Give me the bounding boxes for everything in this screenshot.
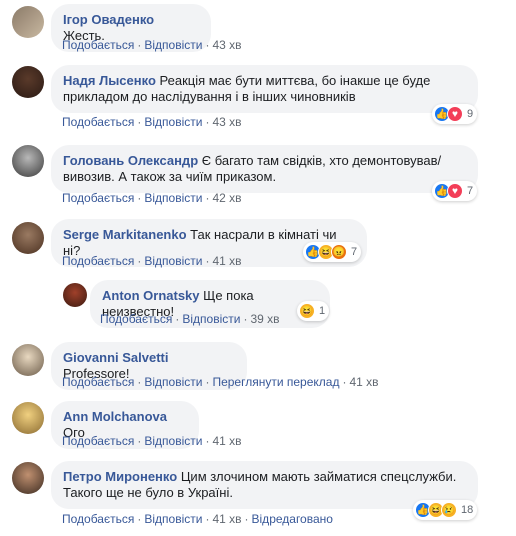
angry-reaction-icon: 😠 [331, 244, 347, 260]
like-link[interactable]: Подобається [62, 375, 134, 389]
edited-link[interactable]: Відредаговано [252, 512, 333, 526]
reply-link[interactable]: Відповісти [144, 38, 202, 52]
like-link[interactable]: Подобається [62, 254, 134, 268]
avatar[interactable] [12, 402, 44, 434]
comment-time[interactable]: 43 хв [212, 38, 241, 52]
reactions-summary[interactable]: 😆 1 [297, 301, 330, 321]
reply-link[interactable]: Відповісти [144, 375, 202, 389]
reactions-summary[interactable]: 👍 ♥ 7 [432, 181, 478, 201]
comment-bubble: Надя Лысенко Реакція має бути миттєва, б… [51, 65, 478, 113]
comment-time[interactable]: 42 хв [212, 191, 241, 205]
comment-author[interactable]: Ігор Оваденко [63, 12, 154, 27]
like-link[interactable]: Подобається [100, 312, 172, 326]
avatar[interactable] [12, 145, 44, 177]
haha-reaction-icon: 😆 [299, 303, 315, 319]
reactions-summary[interactable]: 👍 ♥ 9 [432, 104, 478, 124]
avatar[interactable] [12, 344, 44, 376]
love-reaction-icon: ♥ [447, 106, 463, 122]
comment-author[interactable]: Петро Мироненко [63, 469, 177, 484]
comment-author[interactable]: Anton Ornatsky [102, 288, 200, 303]
comment-time[interactable]: 41 хв [212, 434, 241, 448]
love-reaction-icon: ♥ [447, 183, 463, 199]
reply-link[interactable]: Відповісти [182, 312, 240, 326]
sad-reaction-icon: 😢 [441, 502, 457, 518]
reply-link[interactable]: Відповісти [144, 254, 202, 268]
comment-author[interactable]: Giovanni Salvetti [63, 350, 168, 365]
reply-link[interactable]: Відповісти [144, 512, 202, 526]
avatar[interactable] [12, 222, 44, 254]
reactions-summary[interactable]: 👍 😆 😢 18 [413, 500, 478, 520]
reply-link[interactable]: Відповісти [144, 115, 202, 129]
see-translation-link[interactable]: Переглянути переклад [212, 375, 339, 389]
avatar[interactable] [12, 6, 44, 38]
comment-author[interactable]: Головань Олександр [63, 153, 198, 168]
reactions-count: 1 [319, 305, 326, 317]
comment-author[interactable]: Serge Markitanenko [63, 227, 187, 242]
comment-author[interactable]: Надя Лысенко [63, 73, 156, 88]
avatar[interactable] [63, 283, 87, 307]
like-link[interactable]: Подобається [62, 434, 134, 448]
comment-bubble: Головань Олександр Є багато там свідків,… [51, 145, 478, 193]
avatar[interactable] [12, 66, 44, 98]
comment-bubble: Петро Мироненко Цим злочином мають займа… [51, 461, 478, 509]
like-link[interactable]: Подобається [62, 512, 134, 526]
reactions-summary[interactable]: 👍 😆 😠 7 [303, 242, 362, 262]
comment-time[interactable]: 41 хв [349, 375, 378, 389]
like-link[interactable]: Подобається [62, 38, 134, 52]
comment-time[interactable]: 43 хв [212, 115, 241, 129]
comment-time[interactable]: 41 хв [212, 512, 241, 526]
reply-link[interactable]: Відповісти [144, 434, 202, 448]
reactions-count: 9 [467, 108, 474, 120]
reactions-count: 7 [351, 246, 358, 258]
reactions-count: 18 [461, 504, 474, 516]
reply-link[interactable]: Відповісти [144, 191, 202, 205]
like-link[interactable]: Подобається [62, 191, 134, 205]
comment-author[interactable]: Ann Molchanova [63, 409, 167, 424]
comment-time[interactable]: 39 хв [250, 312, 279, 326]
reactions-count: 7 [467, 185, 474, 197]
like-link[interactable]: Подобається [62, 115, 134, 129]
avatar[interactable] [12, 462, 44, 494]
comment-time[interactable]: 41 хв [212, 254, 241, 268]
